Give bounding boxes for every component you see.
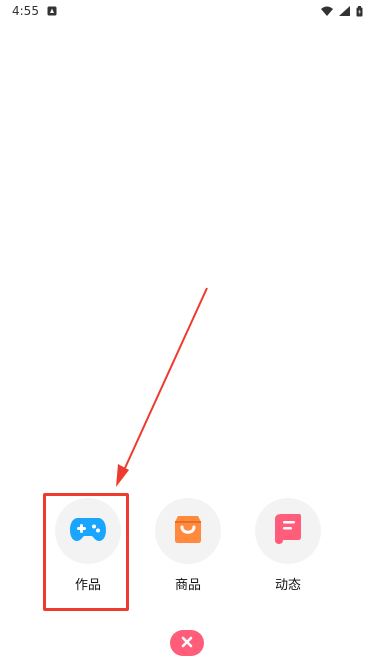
scroll-icon (274, 513, 302, 549)
moments-icon-circle[interactable] (255, 498, 321, 564)
close-icon (180, 634, 194, 653)
status-bar-right (321, 5, 363, 17)
close-button[interactable] (170, 630, 204, 656)
status-bar-left: 4:55 (12, 4, 57, 18)
signal-icon (339, 6, 350, 16)
status-time: 4:55 (12, 4, 39, 18)
wifi-icon (321, 6, 333, 16)
notification-icon (47, 6, 57, 16)
highlight-box (43, 493, 129, 611)
publish-item-label: 商品 (174, 578, 201, 593)
publish-item-moments[interactable]: 动态 (254, 498, 322, 593)
status-bar: 4:55 (0, 0, 375, 22)
battery-icon (356, 5, 363, 17)
publish-item-products[interactable]: 商品 (154, 498, 222, 593)
products-icon-circle[interactable] (155, 498, 221, 564)
publish-item-label: 动态 (274, 578, 301, 593)
shopping-bag-icon (172, 514, 204, 548)
